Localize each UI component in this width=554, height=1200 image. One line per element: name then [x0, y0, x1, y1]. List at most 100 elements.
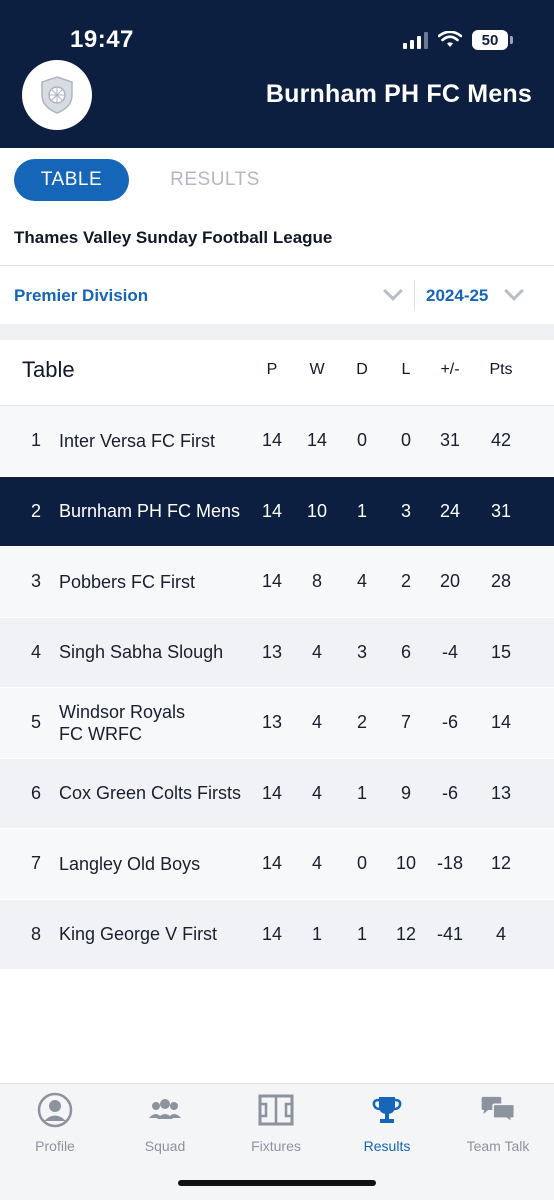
club-name-title: Burnham PH FC Mens — [265, 80, 532, 108]
row-drawn: 4 — [356, 571, 367, 592]
row-played: 14 — [261, 923, 283, 944]
app-header: 19:47 50 Burnham PH FC Mens — [0, 0, 554, 148]
column-header-goal-difference: +/- — [440, 361, 460, 378]
row-drawn: 0 — [356, 430, 367, 451]
row-goal-difference: -4 — [441, 641, 458, 662]
row-drawn: 1 — [356, 782, 367, 803]
row-lost: 10 — [395, 853, 417, 874]
tab-table[interactable]: TABLE — [14, 159, 129, 201]
row-won: 4 — [311, 782, 322, 803]
row-lost: 2 — [400, 571, 411, 592]
filter-row: Premier Division 2024-25 — [0, 266, 554, 324]
row-points: 13 — [490, 782, 512, 803]
home-indicator[interactable] — [178, 1180, 376, 1186]
table-row[interactable]: 4 Singh Sabha Slough 13 4 3 6 -4 15 — [0, 617, 554, 688]
row-won: 1 — [311, 923, 322, 944]
row-drawn: 1 — [356, 923, 367, 944]
league-name: Thames Valley Sunday Football League — [14, 228, 333, 247]
row-drawn: 0 — [356, 853, 367, 874]
row-points: 42 — [490, 430, 512, 451]
table-row[interactable]: 3 Pobbers FC First 14 8 4 2 20 28 — [0, 547, 554, 618]
row-position: 3 — [30, 571, 41, 592]
table-row[interactable]: 6 Cox Green Colts Firsts 14 4 1 9 -6 13 — [0, 758, 554, 829]
season-selector[interactable]: 2024-25 — [426, 286, 488, 306]
pitch-icon — [258, 1092, 294, 1128]
status-indicators: 50 — [403, 30, 513, 50]
row-points: 4 — [495, 923, 506, 944]
row-team-name: Inter Versa FC First — [59, 430, 216, 451]
row-points: 14 — [490, 712, 512, 733]
row-goal-difference: -41 — [436, 923, 463, 944]
row-points: 28 — [490, 571, 512, 592]
division-selector[interactable]: Premier Division — [14, 286, 148, 306]
row-played: 13 — [261, 641, 283, 662]
row-goal-difference: -6 — [441, 782, 458, 803]
nav-profile[interactable]: Profile — [0, 1092, 110, 1162]
table-row[interactable]: 7 Langley Old Boys 14 4 0 10 -18 12 — [0, 829, 554, 900]
row-drawn: 3 — [356, 641, 367, 662]
nav-results[interactable]: Results — [332, 1092, 442, 1162]
nav-team-talk[interactable]: Team Talk — [443, 1092, 553, 1162]
row-position: 8 — [30, 923, 41, 944]
table-row[interactable]: 5 Windsor Royals FC WRFC 13 4 2 7 -6 14 — [0, 688, 554, 759]
row-team-name: Cox Green Colts Firsts — [59, 783, 242, 804]
row-position: 5 — [30, 712, 41, 733]
shield-football-icon — [41, 76, 73, 114]
status-time: 19:47 — [70, 26, 134, 53]
row-position: 1 — [30, 430, 41, 451]
column-header-won: W — [309, 361, 325, 378]
row-won: 10 — [306, 500, 328, 521]
trophy-icon — [369, 1092, 405, 1128]
nav-label: Results — [363, 1138, 411, 1154]
table-row[interactable]: 1 Inter Versa FC First 14 14 0 0 31 42 — [0, 406, 554, 477]
row-played: 14 — [261, 571, 283, 592]
row-won: 8 — [311, 571, 322, 592]
chevron-down-icon[interactable] — [383, 281, 403, 301]
chat-bubbles-icon — [480, 1092, 516, 1128]
row-drawn: 2 — [356, 712, 367, 733]
row-lost: 3 — [400, 500, 411, 521]
row-won: 4 — [311, 853, 322, 874]
row-team-name: King George V First — [59, 924, 218, 945]
table-row-highlighted[interactable]: 2 Burnham PH FC Mens 14 10 1 3 24 31 — [0, 476, 554, 547]
row-lost: 0 — [400, 430, 411, 451]
row-played: 14 — [261, 782, 283, 803]
row-goal-difference: -6 — [441, 712, 458, 733]
row-won: 4 — [311, 712, 322, 733]
row-points: 12 — [490, 853, 512, 874]
cellular-signal-icon — [403, 31, 428, 49]
row-lost: 7 — [400, 712, 411, 733]
row-position: 2 — [30, 500, 41, 521]
row-played: 14 — [261, 500, 283, 521]
row-played: 14 — [261, 853, 283, 874]
row-goal-difference: -18 — [436, 853, 463, 874]
chevron-down-icon[interactable] — [504, 281, 524, 301]
row-team-name: Singh Sabha Slough — [59, 642, 224, 663]
club-logo[interactable] — [22, 60, 92, 130]
row-lost: 9 — [400, 782, 411, 803]
nav-label: Fixtures — [251, 1138, 301, 1154]
row-played: 13 — [261, 712, 283, 733]
nav-squad[interactable]: Squad — [110, 1092, 220, 1162]
column-header-points: Pts — [489, 361, 513, 378]
row-goal-difference: 31 — [439, 430, 461, 451]
table-header: Table P W D L +/- Pts — [0, 340, 554, 406]
column-header-played: P — [266, 361, 278, 378]
nav-fixtures[interactable]: Fixtures — [221, 1092, 331, 1162]
row-team-name: Windsor Royals FC WRFC — [59, 701, 186, 744]
nav-label: Profile — [35, 1138, 75, 1154]
row-points: 15 — [490, 641, 512, 662]
battery-icon: 50 — [472, 30, 513, 50]
tab-results[interactable]: RESULTS — [150, 159, 280, 201]
column-header-drawn: D — [356, 361, 368, 378]
row-position: 4 — [30, 641, 41, 662]
wifi-icon — [438, 31, 462, 47]
table-row[interactable]: 8 King George V First 14 1 1 12 -41 4 — [0, 899, 554, 970]
table-title: Table — [22, 357, 75, 382]
section-spacer — [0, 324, 554, 340]
row-team-name: Burnham PH FC Mens — [59, 501, 241, 522]
row-goal-difference: 20 — [439, 571, 461, 592]
profile-icon — [37, 1092, 73, 1128]
row-won: 4 — [311, 641, 322, 662]
row-lost: 12 — [395, 923, 417, 944]
